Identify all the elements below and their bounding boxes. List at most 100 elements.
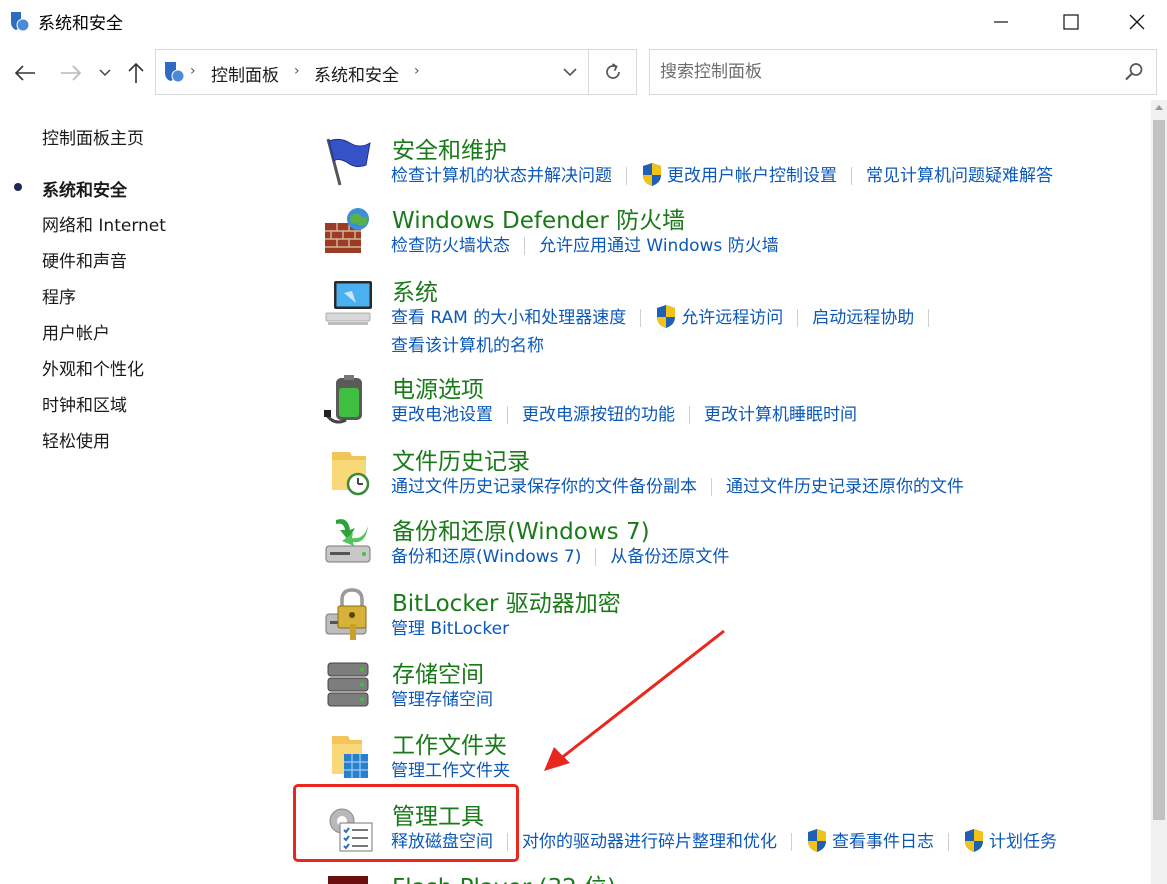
- task-link[interactable]: 更改电池设置: [391, 404, 493, 426]
- sidebar-item-ease-of-access[interactable]: 轻松使用: [42, 427, 110, 452]
- chevron-down-icon: [99, 69, 111, 77]
- task-link[interactable]: 管理存储空间: [391, 689, 493, 711]
- forward-button[interactable]: [57, 58, 85, 88]
- recent-locations-button[interactable]: [92, 58, 118, 88]
- category-links: 备份和还原(Windows 7) 从备份还原文件: [391, 546, 729, 574]
- task-link[interactable]: 允许应用通过 Windows 防火墙: [539, 235, 779, 257]
- search-box[interactable]: [649, 49, 1157, 95]
- scrollbar-thumb[interactable]: [1153, 120, 1165, 820]
- task-link[interactable]: 查看事件日志: [832, 831, 934, 853]
- task-link[interactable]: 启动远程协助: [812, 307, 914, 329]
- breadcrumb-control-panel[interactable]: 控制面板: [211, 61, 279, 86]
- link-separator: [524, 237, 525, 255]
- vertical-scrollbar[interactable]: [1151, 100, 1167, 884]
- maximize-icon: [1063, 14, 1079, 30]
- category-links: 管理 BitLocker: [391, 618, 509, 646]
- back-button[interactable]: [11, 58, 39, 88]
- task-link[interactable]: 更改计算机睡眠时间: [704, 404, 857, 426]
- link-row: 检查防火墙状态 允许应用通过 Windows 防火墙: [391, 235, 779, 263]
- link-row: 管理 BitLocker: [391, 618, 509, 646]
- link-separator: [711, 478, 712, 496]
- sidebar-item-hardware-sound[interactable]: 硬件和声音: [42, 247, 127, 272]
- shield-icon: [11, 12, 30, 32]
- chevron-down-icon: [563, 67, 577, 76]
- task-link[interactable]: 计划任务: [989, 831, 1057, 853]
- category-links: 管理存储空间: [391, 689, 493, 717]
- category-title[interactable]: 文件历史记录: [392, 442, 530, 476]
- close-button[interactable]: [1106, 0, 1167, 44]
- breadcrumb-separator-icon[interactable]: ›: [190, 63, 196, 79]
- link-row: 查看 RAM 的大小和处理器速度 允许远程访问 启动远程协助: [391, 305, 943, 335]
- task-link[interactable]: 管理工作文件夹: [391, 760, 510, 782]
- bitlocker-icon: [325, 588, 367, 640]
- up-button[interactable]: [122, 58, 150, 88]
- task-link[interactable]: 对你的驱动器进行碎片整理和优化: [522, 831, 777, 853]
- backup-icon: [325, 519, 371, 563]
- category-title[interactable]: 备份和还原(Windows 7): [392, 512, 650, 546]
- task-link[interactable]: 常见计算机问题疑难解答: [866, 165, 1053, 187]
- task-link[interactable]: 通过文件历史记录还原你的文件: [726, 476, 964, 498]
- search-input[interactable]: [651, 51, 1111, 93]
- task-link[interactable]: 更改用户帐户控制设置: [667, 165, 837, 187]
- task-link[interactable]: 更改电源按钮的功能: [522, 404, 675, 426]
- category-title[interactable]: 安全和维护: [392, 131, 507, 165]
- sidebar-item-network[interactable]: 网络和 Internet: [42, 211, 166, 236]
- scroll-up-icon[interactable]: [1154, 103, 1164, 111]
- breadcrumb-separator-icon[interactable]: ›: [294, 63, 300, 79]
- category-title[interactable]: 系统: [392, 273, 438, 307]
- category-title[interactable]: Flash Player (32 位): [392, 868, 616, 884]
- link-row: 备份和还原(Windows 7) 从备份还原文件: [391, 546, 729, 574]
- sidebar-item-system-security[interactable]: 系统和安全: [42, 176, 127, 201]
- current-bullet-icon: [14, 183, 22, 191]
- sidebar-item-user-accounts[interactable]: 用户帐户: [42, 319, 110, 344]
- arrow-right-icon: [61, 65, 82, 81]
- annotation-highlight-box: [293, 784, 519, 862]
- link-row: 更改电池设置 更改电源按钮的功能 更改计算机睡眠时间: [391, 404, 857, 432]
- category-title[interactable]: BitLocker 驱动器加密: [392, 584, 621, 618]
- sidebar-item-appearance[interactable]: 外观和个性化: [42, 355, 144, 380]
- uac-shield-icon: [806, 829, 828, 853]
- sidebar-item-programs[interactable]: 程序: [42, 283, 76, 308]
- flash-icon: [328, 876, 368, 884]
- task-link[interactable]: 查看 RAM 的大小和处理器速度: [391, 307, 626, 329]
- uac-shield-icon: [641, 163, 663, 187]
- category-links: 通过文件历史记录保存你的文件备份副本 通过文件历史记录还原你的文件: [391, 476, 964, 504]
- refresh-button[interactable]: [588, 50, 636, 94]
- category-links: 检查计算机的状态并解决问题 更改用户帐户控制设置 常见计算机问题疑难解答: [391, 163, 1053, 193]
- category-title[interactable]: 存储空间: [392, 655, 484, 689]
- category-title[interactable]: 工作文件夹: [392, 726, 507, 760]
- sidebar-item-clock-region[interactable]: 时钟和区域: [42, 391, 127, 416]
- link-separator: [689, 406, 690, 424]
- link-row: 管理存储空间: [391, 689, 493, 717]
- link-separator: [948, 833, 949, 851]
- arrow-up-icon: [128, 62, 144, 83]
- task-link[interactable]: 检查计算机的状态并解决问题: [391, 165, 612, 187]
- task-link[interactable]: 允许远程访问: [681, 307, 783, 329]
- maximize-button[interactable]: [1036, 0, 1106, 44]
- link-row: 通过文件历史记录保存你的文件备份副本 通过文件历史记录还原你的文件: [391, 476, 964, 504]
- search-icon[interactable]: [1124, 62, 1144, 82]
- address-dropdown-button[interactable]: [552, 50, 588, 94]
- address-bar[interactable]: › 控制面板 › 系统和安全 ›: [155, 49, 637, 95]
- title-bar: 系统和安全: [0, 0, 1167, 44]
- sidebar-home-link[interactable]: 控制面板主页: [42, 124, 144, 149]
- minimize-icon: [994, 21, 1008, 23]
- close-icon: [1129, 14, 1144, 30]
- refresh-icon: [605, 63, 620, 79]
- task-link[interactable]: 查看该计算机的名称: [391, 335, 544, 357]
- minimize-button[interactable]: [966, 0, 1036, 44]
- task-link[interactable]: 通过文件历史记录保存你的文件备份副本: [391, 476, 697, 498]
- battery-icon: [324, 375, 362, 424]
- storage-icon: [327, 662, 369, 707]
- task-link[interactable]: 从备份还原文件: [610, 546, 729, 568]
- task-link[interactable]: 管理 BitLocker: [391, 618, 509, 640]
- category-title[interactable]: Windows Defender 防火墙: [392, 201, 685, 235]
- breadcrumb-separator-icon[interactable]: ›: [414, 63, 420, 79]
- task-link[interactable]: 检查防火墙状态: [391, 235, 510, 257]
- window-title: 系统和安全: [38, 14, 123, 34]
- task-link[interactable]: 备份和还原(Windows 7): [391, 546, 581, 568]
- annotation-arrow-icon: [544, 629, 725, 771]
- category-title[interactable]: 电源选项: [392, 370, 484, 404]
- breadcrumb-system-security[interactable]: 系统和安全: [314, 61, 399, 86]
- link-separator: [791, 833, 792, 851]
